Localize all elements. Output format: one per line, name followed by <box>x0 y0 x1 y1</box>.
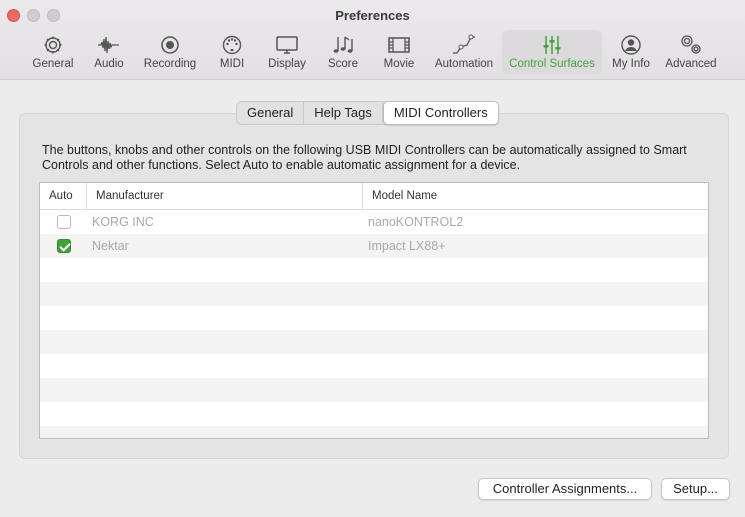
manufacturer-cell: KORG INC <box>92 215 154 229</box>
automation-curve-icon <box>432 30 496 58</box>
table-header: Auto Manufacturer Model Name <box>40 183 708 210</box>
toolbar-item-control-surfaces[interactable]: Control Surfaces <box>502 30 602 74</box>
table-row[interactable]: KORG INC nanoKONTROL2 <box>40 210 708 234</box>
toolbar-item-score[interactable]: Score <box>322 30 364 74</box>
controllers-table: Auto Manufacturer Model Name KORG INC na… <box>39 182 709 439</box>
manufacturer-cell: Nektar <box>92 239 129 253</box>
auto-checkbox[interactable] <box>57 215 71 229</box>
preferences-window: Preferences General Audio Recording MIDI… <box>0 0 745 517</box>
description-text: The buttons, knobs and other controls on… <box>42 143 687 172</box>
preferences-tab-group: General Help Tags MIDI Controllers <box>236 101 499 125</box>
empty-row <box>40 426 708 438</box>
empty-row <box>40 402 708 426</box>
empty-row <box>40 378 708 402</box>
tab-midi-controllers[interactable]: MIDI Controllers <box>382 101 499 125</box>
auto-checkbox[interactable] <box>57 239 71 253</box>
toolbar-item-advanced[interactable]: Advanced <box>662 30 720 74</box>
monitor-icon <box>264 30 310 58</box>
table-row[interactable]: Nektar Impact LX88+ <box>40 234 708 258</box>
gear-icon <box>30 30 76 58</box>
record-icon <box>140 30 200 58</box>
column-header-manufacturer[interactable]: Manufacturer <box>86 183 362 209</box>
waveform-icon <box>88 30 130 58</box>
empty-row <box>40 282 708 306</box>
toolbar-item-audio[interactable]: Audio <box>88 30 130 74</box>
toolbar-item-display[interactable]: Display <box>264 30 310 74</box>
window-title: Preferences <box>335 8 410 23</box>
model-name-cell: Impact LX88+ <box>368 239 446 253</box>
empty-row <box>40 354 708 378</box>
tab-general[interactable]: General <box>237 102 305 124</box>
midi-port-icon <box>212 30 252 58</box>
toolbar-item-movie[interactable]: Movie <box>376 30 422 74</box>
music-notes-icon <box>322 30 364 58</box>
empty-row <box>40 258 708 282</box>
sliders-icon <box>502 30 602 58</box>
controller-assignments-button[interactable]: Controller Assignments... <box>478 478 652 500</box>
title-bar: Preferences General Audio Recording MIDI… <box>0 0 745 80</box>
tab-help-tags[interactable]: Help Tags <box>304 102 383 124</box>
toolbar-item-my-info[interactable]: My Info <box>608 30 654 74</box>
setup-button[interactable]: Setup... <box>661 478 730 500</box>
empty-row <box>40 306 708 330</box>
film-icon <box>376 30 422 58</box>
column-header-model-name[interactable]: Model Name <box>362 183 708 209</box>
toolbar-item-recording[interactable]: Recording <box>140 30 200 74</box>
gears-icon <box>662 30 720 58</box>
toolbar-item-general[interactable]: General <box>30 30 76 74</box>
toolbar-item-automation[interactable]: Automation <box>432 30 496 74</box>
preferences-toolbar: General Audio Recording MIDI Display Sco… <box>0 30 745 76</box>
toolbar-item-midi[interactable]: MIDI <box>212 30 252 74</box>
column-header-auto[interactable]: Auto <box>40 183 86 209</box>
user-icon <box>608 30 654 58</box>
model-name-cell: nanoKONTROL2 <box>368 215 464 229</box>
empty-row <box>40 330 708 354</box>
